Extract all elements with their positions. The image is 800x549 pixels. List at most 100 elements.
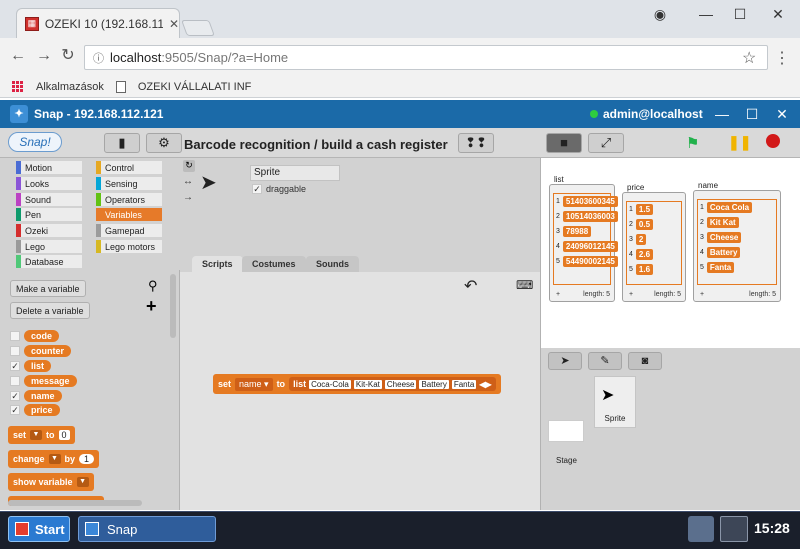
presentation-mode-icon[interactable]: ⤢ — [588, 133, 624, 153]
sprite-bar — [180, 158, 540, 254]
stage-thumbnail[interactable] — [548, 420, 584, 442]
category-motion[interactable]: Motion — [16, 161, 82, 174]
price-watcher[interactable]: price 1 1.5 2 0.5 32 4 2.6 5 1.6 + length: 5 — [622, 183, 686, 302]
pause-icon[interactable]: ❚❚ — [728, 134, 751, 151]
rotation-lr-icon[interactable]: ↔ — [183, 176, 193, 187]
list-item[interactable]: Fanta — [451, 379, 477, 389]
make-variable-button[interactable]: Make a variable — [10, 280, 86, 297]
snap-maximize-button[interactable]: ☐ — [742, 104, 762, 124]
add-item-icon[interactable]: + — [700, 291, 704, 298]
variable-dropdown[interactable]: name ▾ — [235, 377, 273, 391]
camera-icon[interactable]: ◙ — [628, 352, 662, 370]
category-database[interactable]: Database — [16, 255, 82, 268]
undo-icon[interactable]: ↶ — [464, 276, 477, 296]
category-sound[interactable]: Sound — [16, 193, 82, 206]
checkbox[interactable]: ✓ — [10, 391, 20, 401]
category-pen[interactable]: Pen — [16, 208, 82, 221]
show-variable-block[interactable]: show variable ▼ — [8, 473, 94, 491]
set-block[interactable]: set ▼ to 0 — [8, 426, 75, 444]
settings-gear-icon[interactable]: ⚙ — [146, 133, 182, 153]
snap-minimize-button[interactable]: — — [712, 104, 732, 124]
list-item[interactable]: Cheese — [384, 379, 417, 389]
close-tab-icon[interactable]: ✕ — [169, 17, 179, 31]
sprite-arrow-icon: ➤ — [200, 172, 217, 194]
taskbar-snap-app[interactable]: Snap — [78, 516, 216, 542]
turtle-icon[interactable]: ➤ — [548, 352, 582, 370]
tab-sounds[interactable]: Sounds — [306, 256, 359, 272]
start-button[interactable]: Start — [8, 516, 70, 542]
paintbrush-icon[interactable]: ✎ — [588, 352, 622, 370]
reload-icon[interactable]: ↻ — [58, 46, 78, 66]
draggable-option[interactable]: ✓ draggable — [252, 184, 306, 194]
add-icon[interactable]: + — [146, 296, 157, 317]
list-watcher[interactable]: list 1 51403600345 2 10514036003 3 78988 42… — [549, 175, 618, 302]
tray-monitor-icon[interactable] — [720, 516, 748, 542]
category-lego-motors[interactable]: Lego motors — [96, 240, 162, 253]
browser-menu-icon[interactable]: ⋮ — [774, 48, 790, 68]
normal-stage-icon[interactable]: ■ — [546, 133, 582, 153]
category-operators[interactable]: Operators — [96, 193, 162, 206]
category-variables[interactable]: Variables — [96, 208, 162, 221]
checkbox[interactable]: ✓ — [252, 184, 262, 194]
sprite-name-field[interactable]: Sprite — [250, 165, 340, 181]
rotation-full-icon[interactable]: ↻ — [183, 160, 195, 172]
close-window-button[interactable]: ✕ — [766, 4, 790, 24]
list-reporter[interactable]: list Coca-Cola Kit-Kat Cheese Battery Fa… — [289, 377, 496, 391]
forward-icon[interactable]: → — [34, 46, 54, 66]
checkbox[interactable] — [10, 331, 20, 341]
checkbox[interactable] — [10, 376, 20, 386]
checkbox[interactable] — [10, 346, 20, 356]
tray-robot-icon[interactable] — [688, 516, 714, 542]
sprite-thumbnail[interactable]: ➤ Sprite — [594, 376, 636, 428]
variable-counter[interactable]: counter — [10, 345, 72, 357]
variable-message[interactable]: message — [10, 375, 77, 387]
snap-logo[interactable]: Snap! — [8, 132, 62, 152]
stage-size-toggle-icon[interactable]: ❢❢ — [458, 133, 494, 153]
bookmark-star-icon[interactable]: ☆ — [742, 48, 756, 68]
maximize-button[interactable]: ☐ — [728, 4, 752, 24]
minimize-button[interactable]: — — [694, 4, 718, 24]
category-sensing[interactable]: Sensing — [96, 177, 162, 190]
stop-icon[interactable] — [766, 134, 780, 148]
category-looks[interactable]: Looks — [16, 177, 82, 190]
snap-close-button[interactable]: ✕ — [772, 104, 792, 124]
palette-scrollbar[interactable] — [170, 274, 176, 338]
tab-scripts[interactable]: Scripts — [192, 256, 243, 272]
variable-code[interactable]: code — [10, 330, 60, 342]
tab-costumes[interactable]: Costumes — [242, 256, 306, 272]
browser-tab[interactable]: ▦ OZEKI 10 (192.168.112.12 ✕ — [16, 8, 180, 38]
search-icon[interactable]: ⚲ — [148, 278, 158, 294]
file-icon[interactable]: ▮ — [104, 133, 140, 153]
palette-h-scrollbar[interactable] — [8, 500, 142, 506]
checkbox[interactable]: ✓ — [10, 361, 20, 371]
change-block[interactable]: change ▼ by 1 — [8, 450, 100, 468]
list-item[interactable]: Kit-Kat — [353, 379, 382, 389]
variable-name[interactable]: ✓ name — [10, 390, 62, 402]
apps-icon[interactable] — [12, 80, 24, 93]
back-icon[interactable]: ← — [8, 46, 28, 66]
new-tab-button[interactable] — [181, 20, 215, 36]
variable-list[interactable]: ✓ list — [10, 360, 52, 372]
green-flag-icon[interactable]: ⚑ — [686, 134, 699, 152]
bookmark-ozeki[interactable]: OZEKI VÁLLALATI INF — [138, 81, 252, 93]
category-control[interactable]: Control — [96, 161, 162, 174]
category-ozeki[interactable]: Ozeki — [16, 224, 82, 237]
add-item-icon[interactable]: + — [556, 291, 560, 298]
list-item[interactable]: Coca-Cola — [309, 379, 351, 389]
name-watcher[interactable]: name 1 Coca Cola 2 Kit Kat 3 Cheese 4 Batter… — [693, 181, 781, 302]
variable-price[interactable]: ✓ price — [10, 404, 60, 416]
checkbox[interactable]: ✓ — [10, 405, 20, 415]
category-lego[interactable]: Lego — [16, 240, 82, 253]
profile-icon[interactable]: ◉ — [648, 4, 672, 24]
list-item[interactable]: Battery — [419, 379, 449, 389]
category-gamepad[interactable]: Gamepad — [96, 224, 162, 237]
arrows-icon[interactable]: ◀▶ — [479, 380, 491, 389]
bookmark-apps[interactable]: Alkalmazások — [36, 81, 104, 93]
add-item-icon[interactable]: + — [629, 291, 633, 298]
address-bar[interactable]: ⓘ localhost:9505/Snap/?a=Home — [84, 45, 768, 70]
rotation-none-icon[interactable]: → — [183, 192, 193, 203]
keyboard-icon[interactable]: ⌨ — [516, 278, 533, 292]
set-name-to-list-block[interactable]: set name ▾ to list Coca-Cola Kit-Kat Che… — [213, 374, 501, 394]
delete-variable-button[interactable]: Delete a variable — [10, 302, 90, 319]
user-name: admin@localhost — [603, 107, 703, 121]
